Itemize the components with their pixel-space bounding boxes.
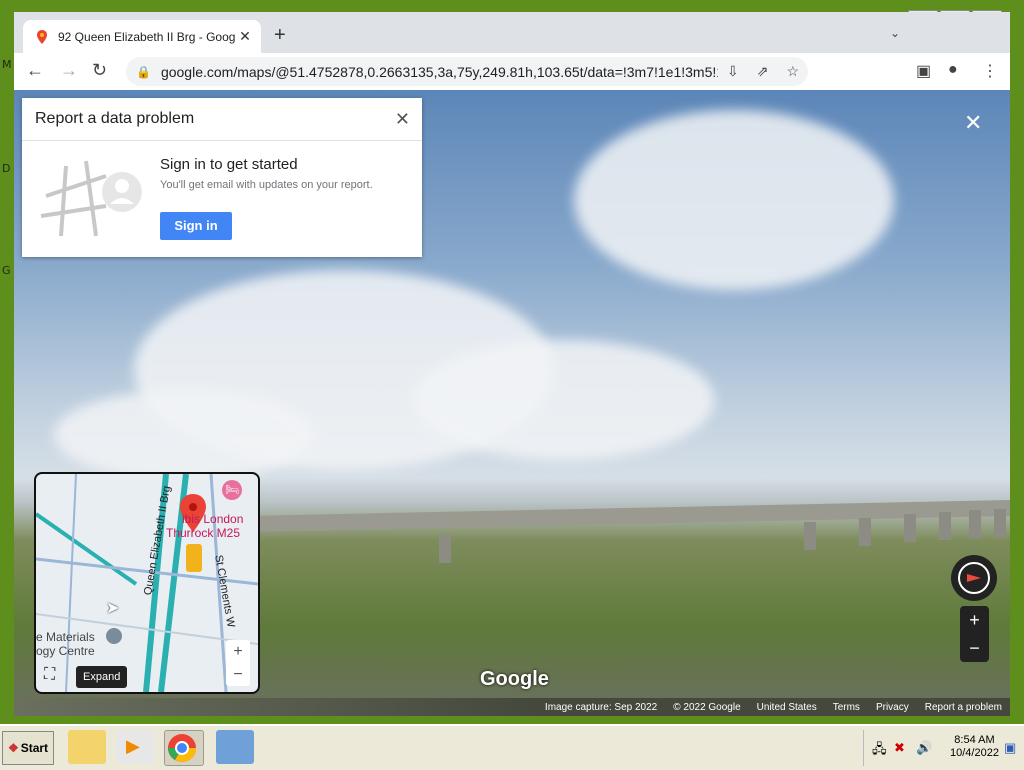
minimap[interactable]: 🛏 ibis London Thurrock M25 Queen Elizabe… [34, 472, 260, 694]
network-icon[interactable]: 🖧 [872, 740, 887, 762]
hotel-icon: 🛏 [222, 480, 242, 500]
street-view[interactable]: ✕ Report a data problem ✕ Sign in to get… [14, 90, 1010, 716]
tab-title: 92 Queen Elizabeth II Brg - Google [58, 29, 235, 44]
time-text: 8:54 AM [954, 734, 995, 746]
dialog-heading: Sign in to get started [160, 156, 298, 173]
desktop-icon-label: M [2, 58, 12, 71]
start-button[interactable]: ❖ Start [2, 731, 54, 765]
expand-tooltip: Expand [76, 666, 128, 688]
pegman-icon[interactable] [186, 544, 202, 572]
profile-avatar-icon[interactable]: ● [948, 61, 958, 79]
poi-label: Thurrock M25 [166, 526, 241, 540]
system-tray: 🖧 ✖ 🔊 8:54 AM 10/4/2022 ▣ [863, 730, 1024, 766]
country-link[interactable]: United States [757, 702, 817, 713]
tab-search-icon[interactable]: ⌄ [890, 26, 900, 40]
report-problem-link[interactable]: Report a problem [925, 702, 1002, 713]
cloud [414, 340, 714, 460]
tab-strip: 92 Queen Elizabeth II Brg - Google ✕ + ⌄ [14, 12, 1010, 53]
clock[interactable]: 8:54 AM 10/4/2022 [950, 734, 999, 760]
place-label: ogy Centre [36, 644, 95, 658]
new-tab-button[interactable]: + [274, 24, 286, 47]
browser-window: 92 Queen Elizabeth II Brg - Google ✕ + ⌄… [14, 12, 1010, 716]
menu-kebab-icon[interactable]: ⋮ [982, 61, 998, 81]
side-panel-icon[interactable]: ▣ [916, 61, 931, 81]
start-label: Start [20, 741, 49, 755]
fullscreen-icon[interactable]: ⛶ [44, 666, 66, 688]
windows-logo-icon: ❖ [7, 741, 19, 755]
tab-close-icon[interactable]: ✕ [235, 28, 255, 45]
desktop-icon-label: G [2, 264, 11, 277]
place-label: e Materials [36, 630, 95, 644]
pillar [904, 514, 916, 542]
dialog-title: Report a data problem [35, 110, 195, 127]
poi-label: ibis London [182, 512, 244, 526]
minimap-zoom-out-button[interactable]: − [226, 663, 250, 686]
taskbar: ❖ Start ▶ 🖧 ✖ 🔊 8:54 AM 10/4/2022 ▣ [0, 724, 1024, 770]
lock-icon: 🔒 [136, 64, 151, 79]
reload-icon[interactable]: ↻ [92, 60, 107, 81]
minimap-zoom: + − [226, 640, 250, 686]
forward-icon[interactable]: → [60, 60, 78, 81]
sign-in-button[interactable]: Sign in [160, 212, 232, 240]
pillar [859, 518, 871, 546]
show-desktop-icon[interactable]: ▣ [1004, 740, 1016, 756]
media-player-icon[interactable]: ▶ [116, 730, 154, 764]
zoom-out-button[interactable]: − [960, 634, 989, 662]
tab-google-maps[interactable]: 92 Queen Elizabeth II Brg - Google ✕ [23, 20, 261, 53]
dialog-header: Report a data problem ✕ [22, 98, 422, 141]
mouse-cursor-icon: ➤ [106, 600, 120, 617]
close-street-view-icon[interactable]: ✕ [964, 110, 982, 136]
toolbar: ← → ↻ 🔒 google.com/maps/@51.4752878,0.26… [14, 53, 1010, 91]
volume-icon[interactable]: 🔊 [916, 740, 932, 756]
url-text: google.com/maps/@51.4752878,0.2663135,3a… [160, 63, 718, 80]
address-bar[interactable]: 🔒 google.com/maps/@51.4752878,0.2663135,… [126, 57, 808, 86]
terms-link[interactable]: Terms [833, 702, 860, 713]
pillar [939, 512, 951, 540]
install-icon[interactable]: ⇩ [727, 63, 739, 80]
alert-icon[interactable]: ✖ [894, 740, 905, 756]
privacy-link[interactable]: Privacy [876, 702, 909, 713]
google-logo: Google [480, 668, 549, 690]
chrome-icon[interactable] [164, 730, 204, 766]
map-person-illustration-icon [40, 160, 142, 237]
share-icon[interactable]: ⇗ [757, 63, 769, 80]
dialog-close-icon[interactable]: ✕ [395, 109, 410, 130]
date-text: 10/4/2022 [950, 747, 999, 759]
cloud [54, 390, 314, 480]
copyright: © 2022 Google [673, 701, 741, 713]
control-panel-icon[interactable] [216, 730, 254, 764]
street-view-zoom: + − [960, 606, 989, 662]
compass-icon[interactable] [951, 555, 997, 601]
maps-pin-icon [37, 29, 47, 44]
report-dialog: Report a data problem ✕ Sign in to get s… [22, 98, 422, 257]
dialog-subtext: You'll get email with updates on your re… [160, 179, 373, 191]
back-icon[interactable]: ← [26, 60, 44, 81]
minimap-zoom-in-button[interactable]: + [226, 640, 250, 663]
pillar [804, 522, 816, 550]
file-explorer-icon[interactable] [68, 730, 106, 764]
cloud [574, 110, 894, 290]
pillar [994, 509, 1006, 537]
map-footer: Image capture: Sep 2022 © 2022 Google Un… [14, 698, 1010, 716]
pillar [969, 510, 981, 538]
desktop-icon-label: D [2, 162, 11, 175]
pillar [439, 535, 451, 563]
image-capture-date: Image capture: Sep 2022 [544, 701, 658, 713]
bookmark-star-icon[interactable]: ☆ [786, 63, 799, 80]
place-pin-icon [106, 628, 122, 644]
zoom-in-button[interactable]: + [960, 606, 989, 634]
